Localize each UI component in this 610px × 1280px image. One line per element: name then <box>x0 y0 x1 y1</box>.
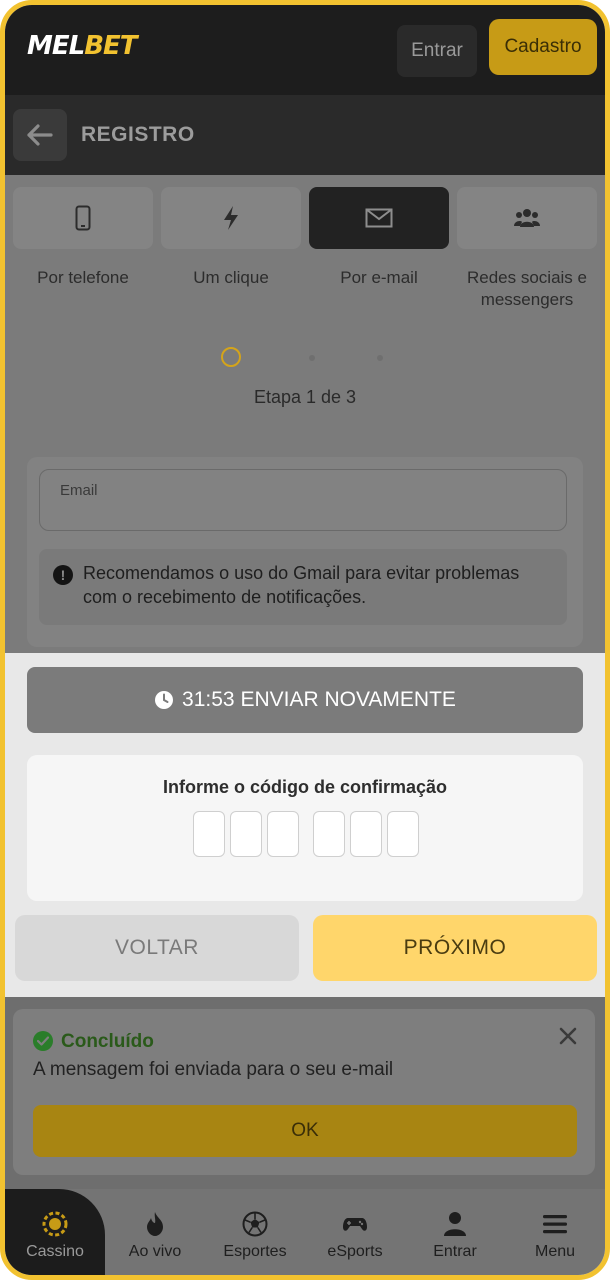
resend-button[interactable]: 31:53 ENVIAR NOVAMENTE <box>27 667 583 733</box>
bottom-nav: Cassino Ao vivo Esportes eSports Entrar … <box>5 1189 605 1275</box>
nav-item-live[interactable]: Ao vivo <box>105 1189 205 1275</box>
registration-content: Por telefone Um clique Por e-mail Redes … <box>5 175 605 655</box>
user-icon <box>444 1212 466 1236</box>
step-label: Etapa 1 de 3 <box>253 387 357 407</box>
exclamation-icon: ! <box>53 565 73 585</box>
melbet-logo[interactable]: MELBET <box>27 31 138 61</box>
step-dot <box>309 355 315 361</box>
tab-label-social: Redes sociais e messengers <box>466 268 587 309</box>
code-digit-input[interactable] <box>350 811 382 857</box>
hamburger-icon <box>543 1215 567 1234</box>
notice-text: Recomendamos o uso do Gmail para evitar … <box>83 563 520 607</box>
nav-label: Ao vivo <box>128 1243 182 1260</box>
nav-label: Esportes <box>223 1243 287 1260</box>
nav-label: Cassino <box>26 1243 84 1260</box>
nav-item-menu[interactable]: Menu <box>505 1189 605 1275</box>
phone-frame: MELBET Entrar Cadastro REGISTRO Por tele… <box>0 0 610 1280</box>
back-button[interactable] <box>13 109 67 161</box>
nav-label: Menu <box>534 1243 576 1260</box>
code-digit-input[interactable] <box>267 811 299 857</box>
registration-bar: REGISTRO <box>5 95 605 175</box>
nav-item-sports[interactable]: Esportes <box>205 1189 305 1275</box>
tab-label-email: Por e-mail <box>340 268 418 287</box>
nav-item-casino[interactable]: Cassino <box>5 1189 105 1275</box>
login-button[interactable]: Entrar <box>397 25 477 77</box>
code-digit-input[interactable] <box>387 811 419 857</box>
step-dot <box>377 355 383 361</box>
toast-message: A mensagem foi enviada para o seu e-mail <box>33 1059 394 1080</box>
tab-email[interactable] <box>309 187 449 249</box>
resend-timer: 31:53 <box>182 688 235 711</box>
email-label: Email <box>60 482 98 499</box>
confirmation-code-card: Informe o código de confirmação <box>27 755 583 901</box>
clock-icon <box>155 691 174 709</box>
check-circle-icon <box>33 1031 53 1051</box>
toast-title: Concluído <box>61 1031 154 1052</box>
lightning-icon <box>224 206 238 230</box>
tab-label-phone: Por telefone <box>37 268 129 287</box>
nav-item-esports[interactable]: eSports <box>305 1189 405 1275</box>
register-button[interactable]: Cadastro <box>489 19 597 75</box>
page-title: REGISTRO <box>81 123 195 146</box>
success-toast: Concluído A mensagem foi enviada para o … <box>13 1009 595 1175</box>
gmail-notice: ! Recomendamos o uso do Gmail para evita… <box>39 549 567 625</box>
lower-overlay: Concluído A mensagem foi enviada para o … <box>5 997 605 1189</box>
email-field[interactable]: Email <box>39 469 567 531</box>
code-digit-input[interactable] <box>193 811 225 857</box>
tab-one-click[interactable] <box>161 187 301 249</box>
people-icon <box>514 209 540 227</box>
close-icon[interactable] <box>555 1023 581 1049</box>
resend-label: ENVIAR NOVAMENTE <box>240 688 456 711</box>
tab-label-one-click: Um clique <box>193 268 269 287</box>
tab-social[interactable] <box>457 187 597 249</box>
gamepad-icon <box>343 1218 367 1231</box>
fire-icon <box>147 1212 163 1236</box>
top-header: MELBET Entrar Cadastro <box>5 5 605 95</box>
nav-label: Entrar <box>433 1243 477 1260</box>
code-digit-input[interactable] <box>313 811 345 857</box>
email-form: Email ! Recomendamos o uso do Gmail para… <box>27 457 583 647</box>
soccer-ball-icon <box>242 1211 268 1237</box>
casino-chip-icon <box>42 1211 68 1237</box>
back-step-button[interactable]: VOLTAR <box>15 915 299 981</box>
nav-label: eSports <box>327 1243 383 1260</box>
ok-button[interactable]: OK <box>33 1105 577 1157</box>
envelope-icon <box>365 208 393 228</box>
nav-item-login[interactable]: Entrar <box>405 1189 505 1275</box>
tab-phone[interactable] <box>13 187 153 249</box>
next-button[interactable]: PRÓXIMO <box>313 915 597 981</box>
step-current <box>221 347 241 367</box>
verification-panel: 31:53 ENVIAR NOVAMENTE Informe o código … <box>5 653 605 997</box>
arrow-left-icon <box>27 124 53 146</box>
code-title: Informe o código de confirmação <box>162 777 448 797</box>
code-digit-input[interactable] <box>230 811 262 857</box>
phone-icon <box>75 205 91 231</box>
